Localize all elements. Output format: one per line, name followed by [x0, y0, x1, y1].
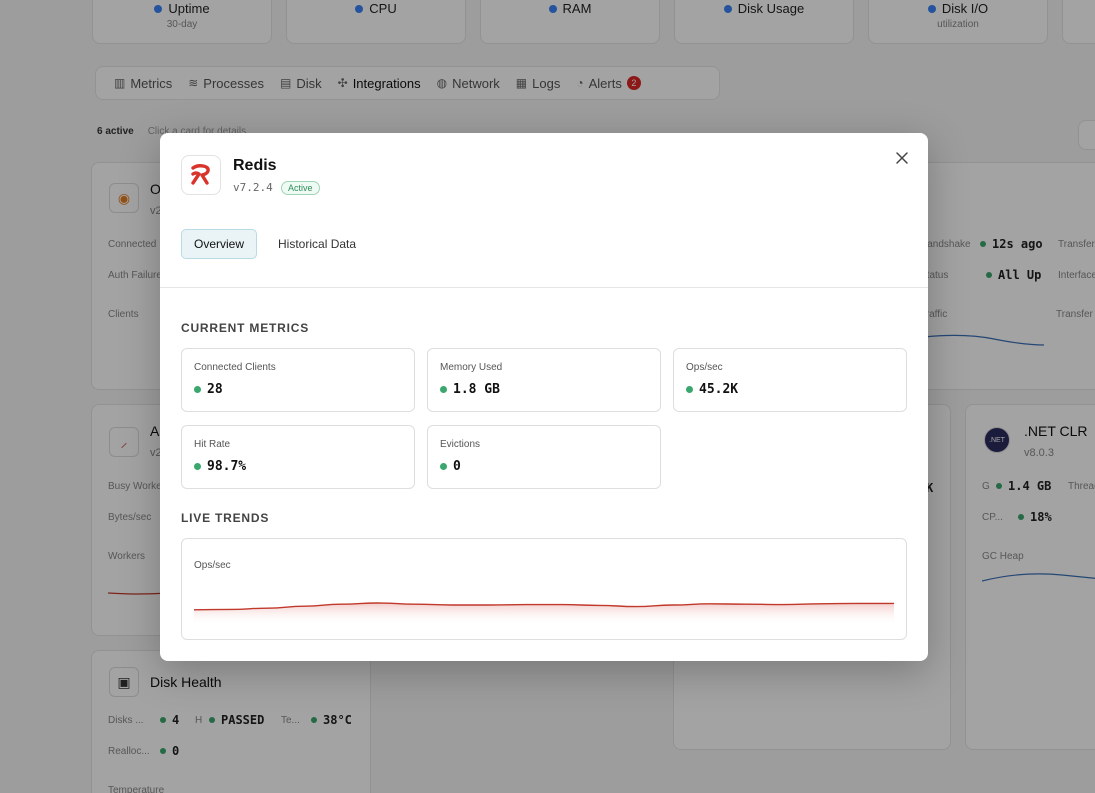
- metric-card-hit-rate: Hit Rate 98.7%: [181, 425, 415, 489]
- metric-card-memory-used: Memory Used 1.8 GB: [427, 348, 661, 412]
- metric-value: 1.8 GB: [453, 382, 500, 397]
- modal-version: v7.2.4: [233, 181, 273, 194]
- modal-tabs: Overview Historical Data: [181, 229, 369, 259]
- modal-title: Redis: [233, 157, 277, 174]
- metric-label: Connected Clients: [194, 362, 276, 373]
- section-title-live-trends: LIVE TRENDS: [181, 511, 270, 525]
- metric-value: 28: [207, 382, 223, 397]
- metric-value: 0: [453, 459, 461, 474]
- trend-card-ops-sec: Ops/sec: [181, 538, 907, 640]
- metric-label: Evictions: [440, 439, 481, 450]
- redis-logo-icon: [181, 155, 221, 195]
- metric-value: 98.7%: [207, 459, 247, 474]
- metric-label: Hit Rate: [194, 439, 231, 450]
- tab-overview[interactable]: Overview: [181, 229, 258, 259]
- metric-card-evictions: Evictions 0: [427, 425, 661, 489]
- status-dot: [686, 386, 693, 393]
- status-badge: Active: [281, 181, 320, 195]
- ops-sec-trend-chart: [194, 602, 894, 625]
- metric-label: Ops/sec: [686, 362, 723, 373]
- metric-label: Memory Used: [440, 362, 503, 373]
- status-dot: [440, 386, 447, 393]
- close-icon[interactable]: [893, 149, 911, 167]
- section-title-current-metrics: CURRENT METRICS: [181, 321, 309, 335]
- divider: [160, 287, 928, 288]
- integration-detail-modal: Redis v7.2.4 Active Overview Historical …: [160, 133, 928, 661]
- tab-historical-data[interactable]: Historical Data: [265, 229, 369, 259]
- chart-label: Ops/sec: [194, 560, 231, 571]
- metric-card-ops-sec: Ops/sec 45.2K: [673, 348, 907, 412]
- status-dot: [194, 386, 201, 393]
- status-dot: [440, 463, 447, 470]
- metric-value: 45.2K: [699, 382, 739, 397]
- status-dot: [194, 463, 201, 470]
- metric-card-connected-clients: Connected Clients 28: [181, 348, 415, 412]
